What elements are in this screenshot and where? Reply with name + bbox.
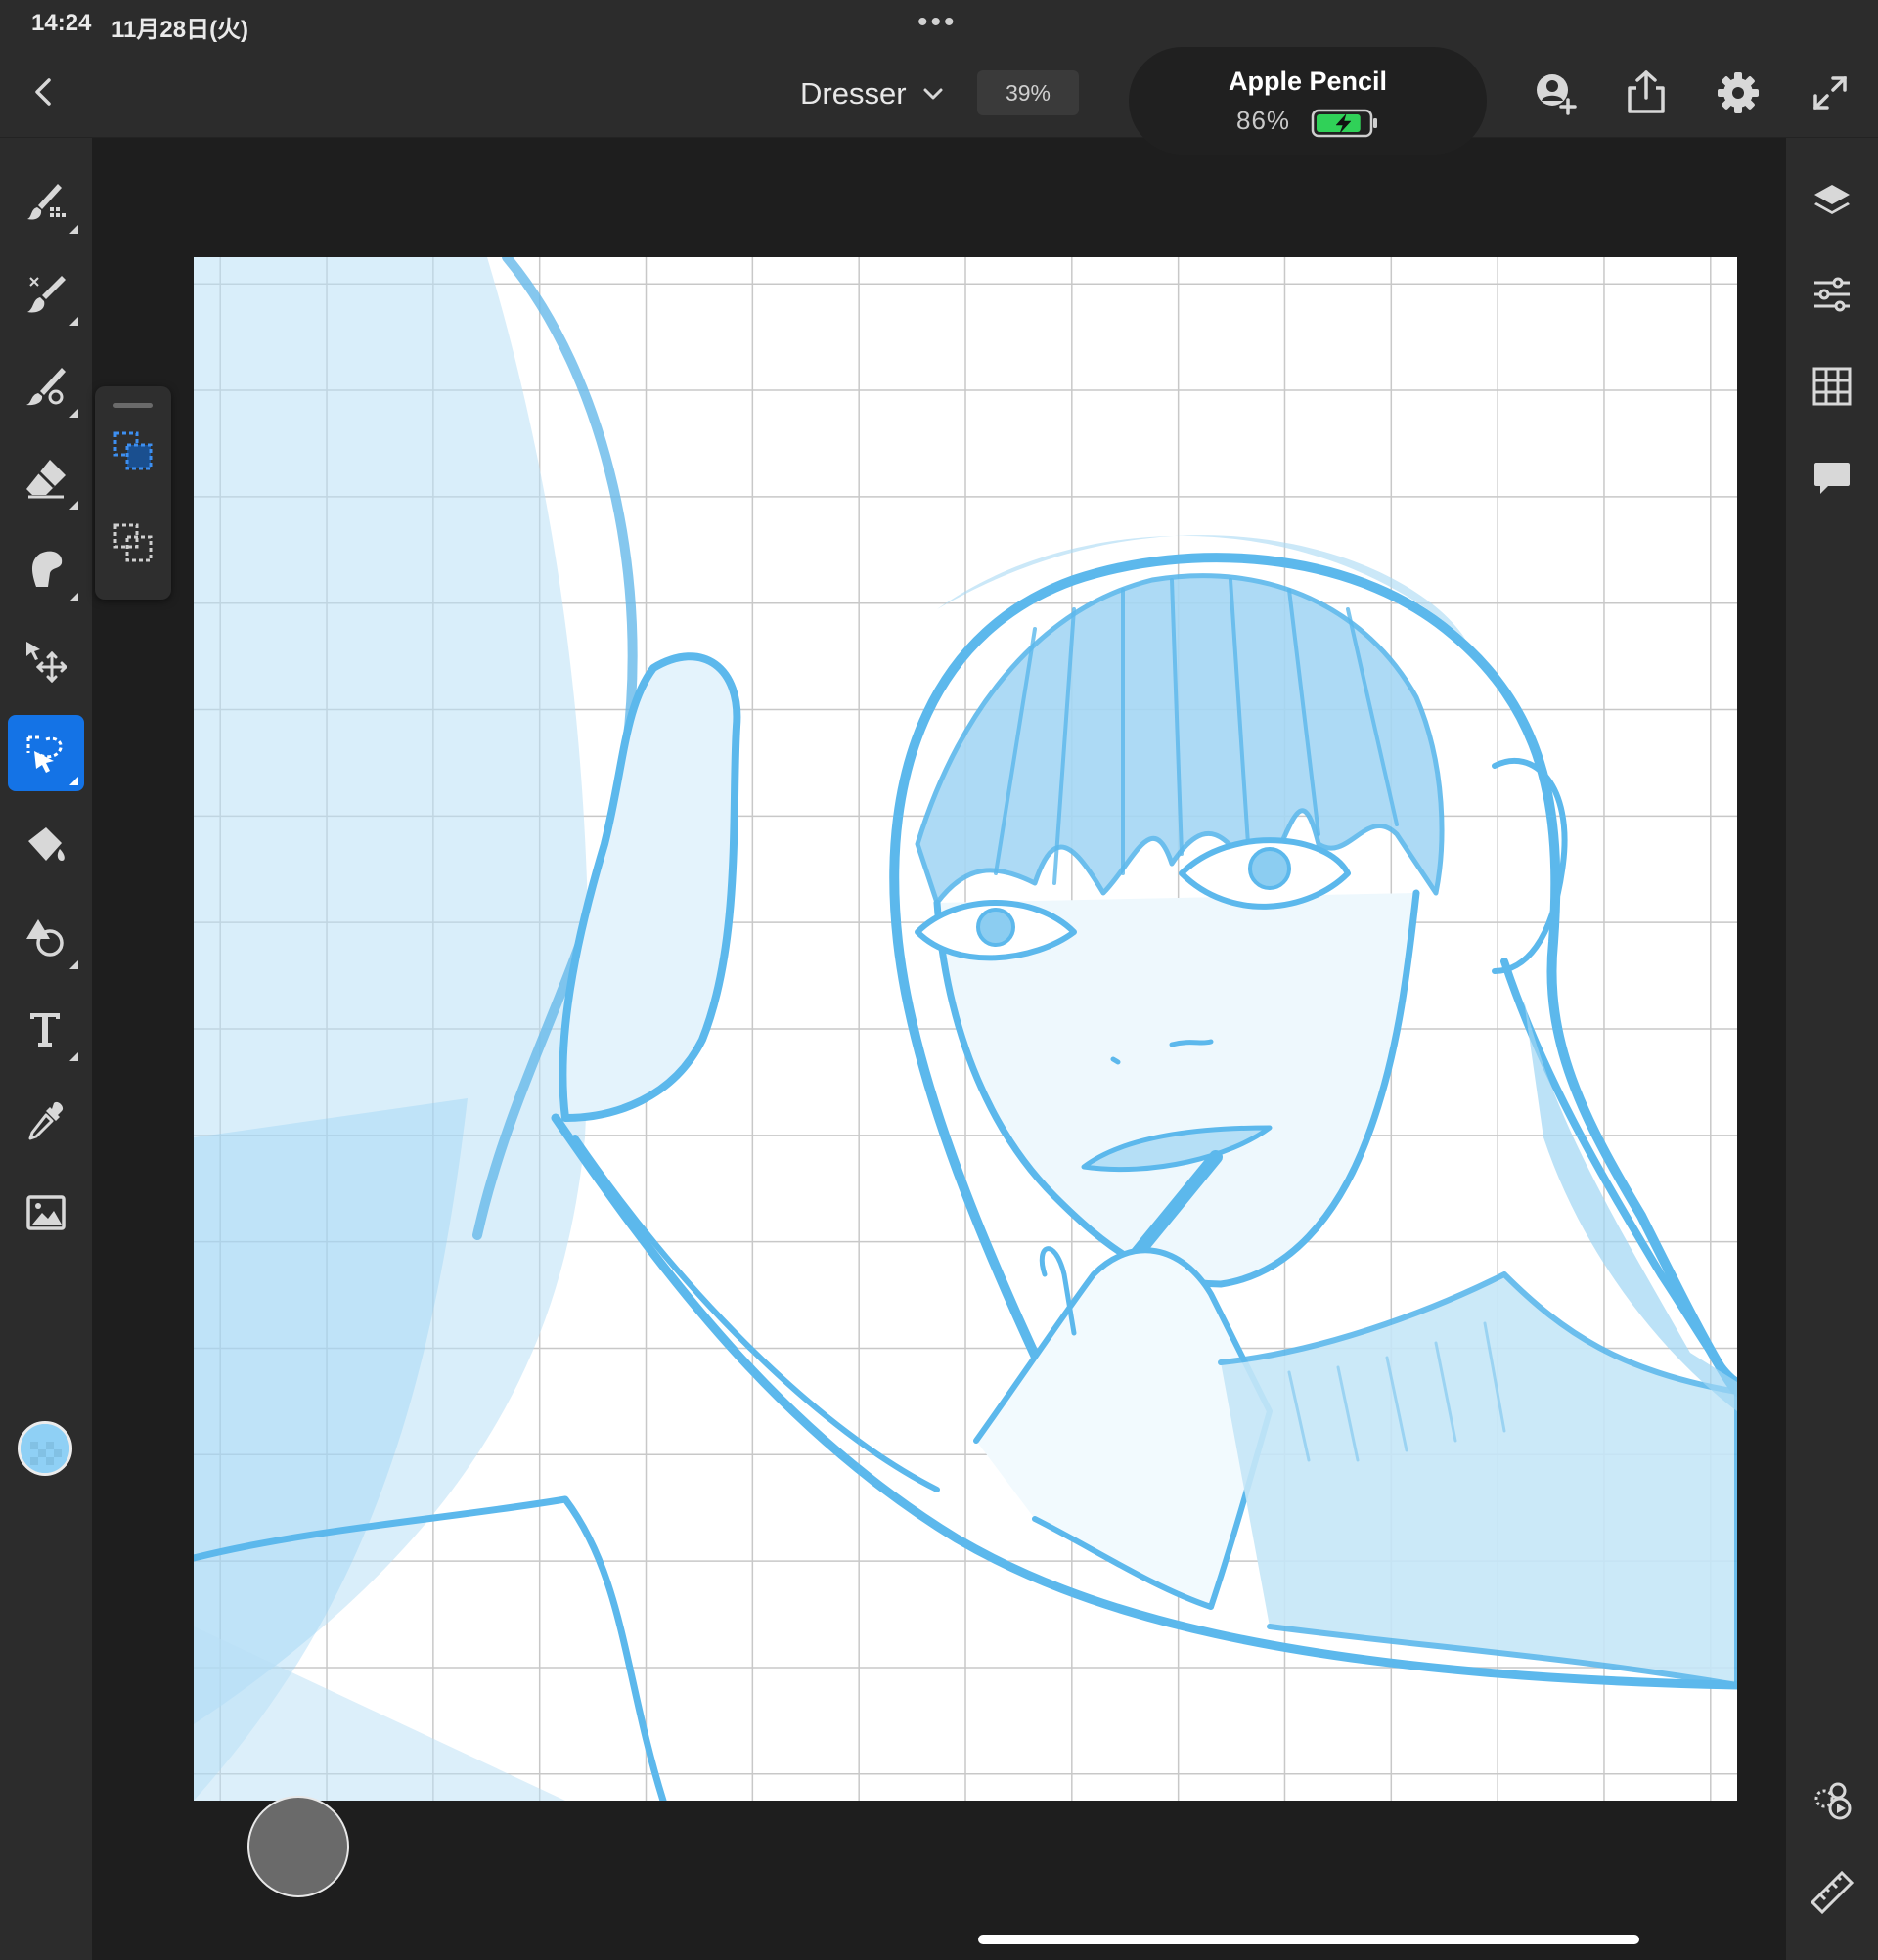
- back-button[interactable]: [27, 70, 63, 113]
- timelapse-button[interactable]: [1809, 1777, 1856, 1824]
- share-button[interactable]: [1622, 68, 1671, 117]
- image-import-icon: [26, 1195, 66, 1230]
- move-transform-icon: [26, 642, 67, 683]
- tool-options-indicator: [69, 593, 78, 601]
- vector-brush-tool[interactable]: [8, 347, 84, 423]
- pixel-brush-tool[interactable]: [8, 163, 84, 240]
- apple-pencil-status: Apple Pencil 86%: [1129, 47, 1487, 155]
- subtract-from-selection-icon: [113, 523, 153, 562]
- comments-button[interactable]: [1809, 455, 1856, 502]
- chevron-down-icon: [923, 88, 943, 100]
- left-toolbar: [0, 138, 92, 1960]
- share-icon: [1628, 70, 1665, 113]
- ruler-icon: [1810, 1870, 1855, 1915]
- fill-tool[interactable]: [8, 807, 84, 883]
- add-to-selection-button[interactable]: [108, 425, 158, 476]
- smudge-icon: [32, 551, 63, 587]
- fullscreen-button[interactable]: [1806, 68, 1855, 117]
- adjustments-sliders-icon: [1814, 277, 1850, 312]
- move-transform-tool[interactable]: [8, 623, 84, 699]
- layers-icon: [1814, 185, 1850, 214]
- selection-tool[interactable]: [8, 715, 84, 791]
- adjustments-button[interactable]: [1809, 271, 1856, 318]
- add-to-selection-icon: [113, 431, 153, 470]
- selection-lasso-icon: [26, 735, 63, 773]
- tool-options-indicator: [69, 317, 78, 326]
- timelapse-replay-icon: [1814, 1782, 1852, 1820]
- drawing-canvas[interactable]: [194, 257, 1737, 1801]
- vector-brush-icon: [26, 368, 66, 406]
- tool-options-indicator: [69, 501, 78, 510]
- tool-options-indicator: [69, 409, 78, 418]
- chevron-left-icon: [35, 78, 51, 106]
- zoom-level-button[interactable]: 39%: [977, 70, 1079, 115]
- smudge-tool[interactable]: [8, 531, 84, 607]
- settings-gear-icon: [1718, 72, 1759, 113]
- multitask-dots-icon[interactable]: •••: [917, 8, 958, 37]
- settings-button[interactable]: [1714, 68, 1763, 117]
- eraser-tool[interactable]: [8, 439, 84, 515]
- eyedropper-icon: [28, 1101, 64, 1140]
- text-tool[interactable]: [8, 991, 84, 1067]
- app-window: 14:24 11月28日(火) ••• Dresser 39% Apple Pe…: [0, 0, 1878, 1960]
- eraser-icon: [26, 460, 66, 499]
- live-brush-icon: [27, 276, 66, 313]
- eyedropper-tool[interactable]: [8, 1083, 84, 1159]
- layers-button[interactable]: [1809, 179, 1856, 226]
- tool-options-indicator: [69, 1052, 78, 1061]
- pixel-brush-icon: [27, 184, 66, 220]
- tool-options-indicator: [69, 777, 78, 785]
- top-bar: 14:24 11月28日(火) ••• Dresser 39% Apple Pe…: [0, 0, 1878, 155]
- subtract-from-selection-button[interactable]: [108, 517, 158, 568]
- right-toolbar: [1786, 138, 1878, 1960]
- status-time: 14:24: [31, 10, 92, 36]
- grid-icon: [1812, 367, 1852, 406]
- image-import-tool[interactable]: [8, 1175, 84, 1251]
- comments-icon: [1814, 463, 1850, 494]
- home-indicator[interactable]: [978, 1935, 1639, 1944]
- tool-options-indicator: [69, 225, 78, 234]
- popover-drag-handle[interactable]: [113, 403, 153, 408]
- grid-button[interactable]: [1809, 363, 1856, 410]
- fullscreen-expand-icon: [1813, 76, 1847, 110]
- document-title[interactable]: Dresser: [800, 76, 907, 111]
- invite-user-button[interactable]: [1531, 68, 1580, 117]
- shapes-icon: [26, 919, 64, 957]
- tool-options-indicator: [69, 960, 78, 969]
- floating-modifier-button[interactable]: [247, 1796, 349, 1897]
- selection-mode-popover: [95, 386, 171, 600]
- document-menu-button[interactable]: [917, 78, 949, 110]
- apple-pencil-battery-percent: 86%: [1236, 106, 1291, 135]
- status-date: 11月28日(火): [112, 17, 249, 43]
- text-icon: [30, 1013, 60, 1047]
- ruler-button[interactable]: [1809, 1869, 1856, 1916]
- live-brush-tool[interactable]: [8, 255, 84, 332]
- canvas-artwork: [194, 257, 1737, 1801]
- invite-user-icon: [1537, 74, 1577, 115]
- current-color-swatch[interactable]: [18, 1421, 72, 1476]
- shapes-tool[interactable]: [8, 899, 84, 975]
- color-swatch-fill-icon: [21, 1424, 69, 1473]
- apple-pencil-title: Apple Pencil: [1228, 67, 1388, 96]
- fill-bucket-icon: [28, 827, 65, 861]
- battery-charging-icon: [1311, 109, 1377, 138]
